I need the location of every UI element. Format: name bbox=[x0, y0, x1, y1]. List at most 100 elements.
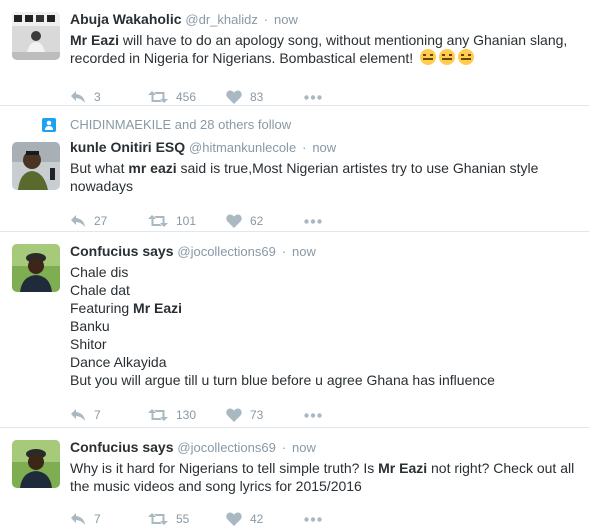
fullname[interactable]: Abuja Wakaholic bbox=[70, 11, 182, 27]
heart-icon bbox=[226, 512, 242, 526]
reply-icon bbox=[71, 215, 85, 227]
username[interactable]: @jocollections69 bbox=[177, 440, 275, 455]
retweet-button[interactable]: 130 bbox=[148, 408, 226, 422]
keyword[interactable]: Mr Eazi bbox=[70, 32, 119, 48]
retweet-icon bbox=[148, 409, 168, 421]
like-count: 62 bbox=[250, 214, 264, 228]
retweet-button[interactable]: 55 bbox=[148, 512, 226, 526]
avatar[interactable] bbox=[12, 142, 60, 190]
text-line: Shitor bbox=[70, 336, 107, 352]
follow-icon bbox=[42, 118, 56, 132]
tweet-text: Mr Eazi will have to do an apology song,… bbox=[70, 31, 577, 67]
tweet[interactable]: Abuja Wakaholic @dr_khalidz · now Mr Eaz… bbox=[0, 0, 589, 106]
timestamp[interactable]: now bbox=[274, 12, 298, 27]
reply-button[interactable]: 7 bbox=[70, 408, 148, 422]
tweet-actions: 7 130 73 bbox=[70, 401, 577, 429]
retweet-button[interactable]: 101 bbox=[148, 214, 226, 228]
reply-count: 7 bbox=[94, 512, 101, 526]
separator-dot: · bbox=[281, 244, 287, 259]
retweet-icon bbox=[148, 215, 168, 227]
text-line: But you will argue till u turn blue befo… bbox=[70, 372, 495, 388]
text-part: will have to do an apology song, without… bbox=[70, 32, 568, 66]
reply-count: 27 bbox=[94, 214, 108, 228]
fullname[interactable]: Confucius says bbox=[70, 439, 173, 455]
timeline: Abuja Wakaholic @dr_khalidz · now Mr Eaz… bbox=[0, 0, 589, 530]
text-line: Chale dis bbox=[70, 264, 129, 280]
more-button[interactable] bbox=[304, 218, 322, 224]
retweet-count: 101 bbox=[176, 214, 197, 228]
retweet-count: 130 bbox=[176, 408, 197, 422]
username[interactable]: @jocollections69 bbox=[177, 244, 275, 259]
keyword[interactable]: Mr Eazi bbox=[133, 300, 182, 316]
social-context-text: CHIDINMAEKILE and 28 others follow bbox=[70, 117, 292, 132]
tweet[interactable]: Confucius says @jocollections69 · now Ch… bbox=[0, 232, 589, 428]
heart-icon bbox=[226, 214, 242, 228]
like-count: 42 bbox=[250, 512, 264, 526]
like-button[interactable]: 83 bbox=[226, 90, 304, 104]
tweet-text: Why is it hard for Nigerians to tell sim… bbox=[70, 459, 577, 495]
reply-icon bbox=[71, 409, 85, 421]
username[interactable]: @dr_khalidz bbox=[185, 12, 257, 27]
reply-icon bbox=[71, 513, 85, 525]
expressionless-face-emoji bbox=[420, 49, 437, 65]
avatar[interactable] bbox=[12, 440, 60, 488]
retweet-count: 456 bbox=[176, 90, 197, 104]
reply-icon bbox=[71, 91, 85, 103]
heart-icon bbox=[226, 90, 242, 104]
username[interactable]: @hitmankunlecole bbox=[189, 140, 296, 155]
tweet[interactable]: CHIDINMAEKILE and 28 others follow kunle… bbox=[0, 106, 589, 232]
tweet-text: But what mr eazi said is true,Most Niger… bbox=[70, 159, 577, 195]
like-count: 73 bbox=[250, 408, 264, 422]
keyword[interactable]: mr eazi bbox=[128, 160, 176, 176]
avatar[interactable] bbox=[12, 244, 60, 292]
more-button[interactable] bbox=[304, 516, 322, 522]
reply-button[interactable]: 27 bbox=[70, 214, 148, 228]
timestamp[interactable]: now bbox=[292, 440, 316, 455]
reply-button[interactable]: 7 bbox=[70, 512, 148, 526]
avatar[interactable] bbox=[12, 12, 60, 60]
tweet-actions: 7 55 42 bbox=[70, 505, 577, 530]
tweet-header: kunle Onitiri ESQ @hitmankunlecole · now bbox=[70, 138, 577, 156]
text-line: Dance Alkayida bbox=[70, 354, 167, 370]
more-icon bbox=[304, 218, 322, 224]
text-line: Featuring Mr Eazi bbox=[70, 299, 577, 317]
separator-dot: · bbox=[302, 140, 307, 155]
like-button[interactable]: 62 bbox=[226, 214, 304, 228]
tweet-header: Abuja Wakaholic @dr_khalidz · now bbox=[70, 10, 577, 28]
like-button[interactable]: 73 bbox=[226, 408, 304, 422]
retweet-button[interactable]: 456 bbox=[148, 90, 226, 104]
like-button[interactable]: 42 bbox=[226, 512, 304, 526]
fullname[interactable]: kunle Onitiri ESQ bbox=[70, 139, 185, 155]
tweet-actions: 27 101 62 bbox=[70, 207, 577, 235]
keyword[interactable]: Mr Eazi bbox=[378, 460, 427, 476]
text-line: Chale dat bbox=[70, 282, 130, 298]
reply-button[interactable]: 3 bbox=[70, 90, 148, 104]
retweet-icon bbox=[148, 513, 168, 525]
separator-dot: · bbox=[263, 12, 269, 27]
social-context[interactable]: CHIDINMAEKILE and 28 others follow bbox=[42, 116, 577, 134]
heart-icon bbox=[226, 408, 242, 422]
expressionless-face-emoji bbox=[458, 49, 475, 65]
fullname[interactable]: Confucius says bbox=[70, 243, 173, 259]
tweet[interactable]: Confucius says @jocollections69 · now Wh… bbox=[0, 428, 589, 530]
like-count: 83 bbox=[250, 90, 264, 104]
more-icon bbox=[304, 412, 322, 418]
expressionless-face-emoji bbox=[439, 49, 456, 65]
more-icon bbox=[304, 516, 322, 522]
more-button[interactable] bbox=[304, 412, 322, 418]
tweet-header: Confucius says @jocollections69 · now bbox=[70, 242, 577, 260]
text-line: Banku bbox=[70, 318, 110, 334]
separator-dot: · bbox=[281, 440, 287, 455]
text-part: But what bbox=[70, 160, 129, 176]
retweet-icon bbox=[148, 91, 168, 103]
text-part: Featuring bbox=[70, 300, 134, 316]
text-part: Why is it hard for Nigerians to tell sim… bbox=[70, 460, 379, 476]
more-icon bbox=[304, 94, 322, 100]
reply-count: 3 bbox=[94, 90, 101, 104]
tweet-header: Confucius says @jocollections69 · now bbox=[70, 438, 577, 456]
reply-count: 7 bbox=[94, 408, 101, 422]
more-button[interactable] bbox=[304, 94, 322, 100]
tweet-text: Chale dis Chale dat Featuring Mr Eazi Ba… bbox=[70, 263, 577, 389]
timestamp[interactable]: now bbox=[292, 244, 316, 259]
timestamp[interactable]: now bbox=[312, 140, 336, 155]
